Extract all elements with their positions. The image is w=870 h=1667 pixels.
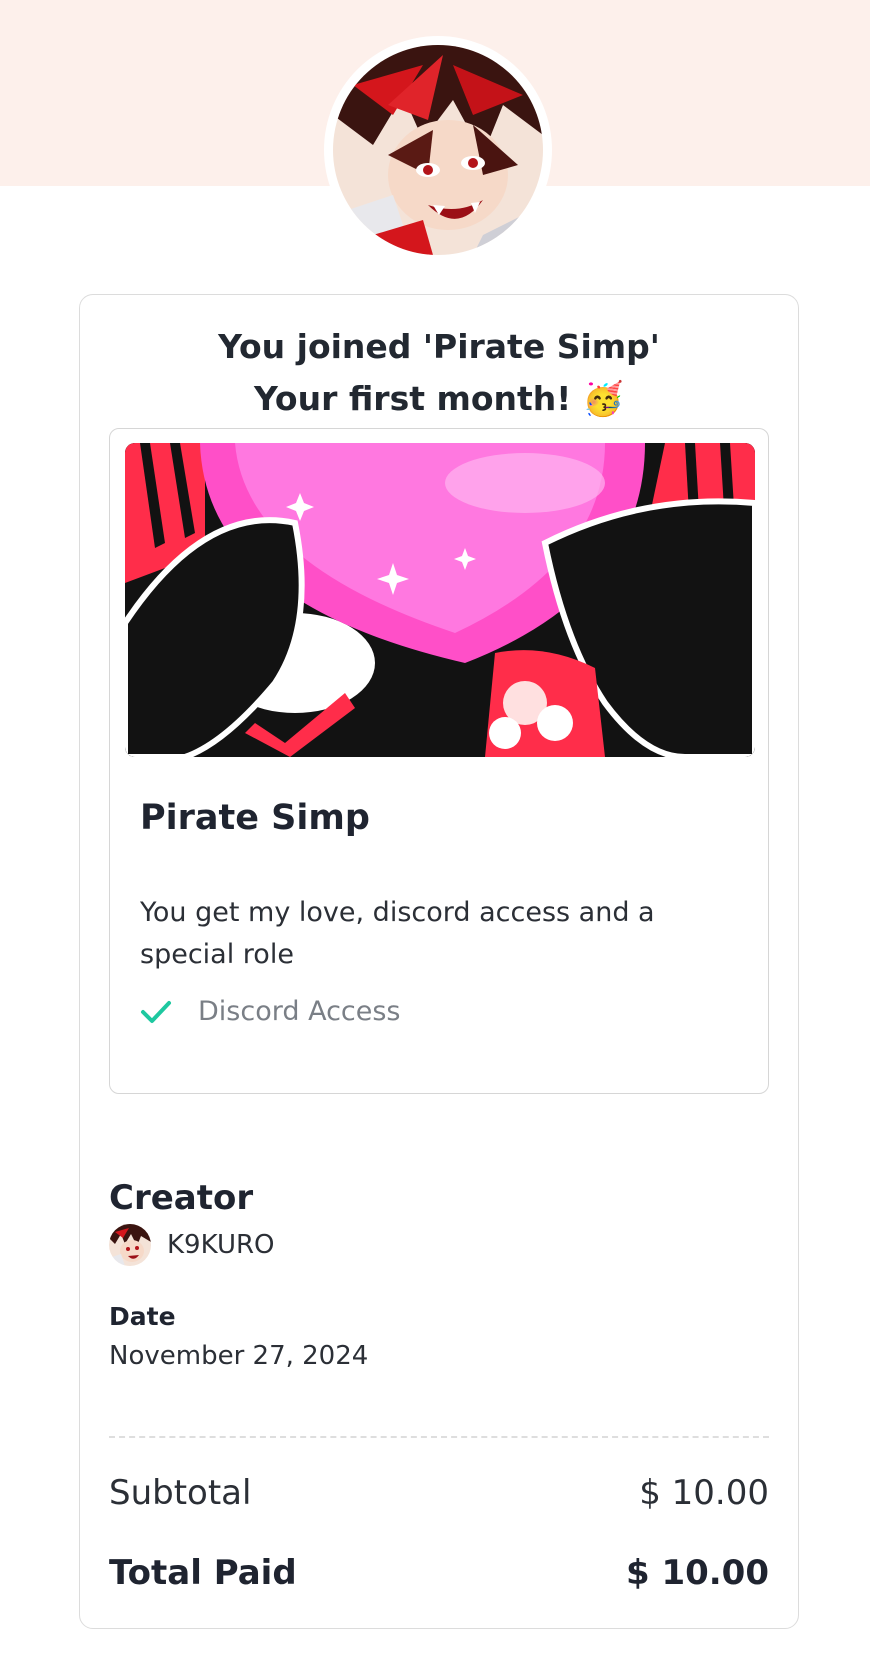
total-row: Total Paid $ 10.00 [109, 1553, 769, 1593]
avatar-image [333, 45, 543, 255]
tier-card: Pirate Simp You get my love, discord acc… [109, 428, 769, 1094]
benefit-item: Discord Access [140, 996, 401, 1027]
headline-line-1: You joined 'Pirate Simp' [218, 327, 660, 366]
total-label: Total Paid [109, 1553, 297, 1593]
receipt-headline: You joined 'Pirate Simp' Your first mont… [80, 321, 798, 425]
checkmark-icon [141, 1000, 171, 1023]
tier-description: You get my love, discord access and a sp… [140, 897, 655, 970]
creator-name[interactable]: K9KURO [167, 1230, 275, 1260]
benefit-label: Discord Access [198, 996, 401, 1027]
subtotal-value: $ 10.00 [639, 1473, 769, 1513]
date-label: Date [109, 1302, 176, 1331]
subtotal-row: Subtotal $ 10.00 [109, 1473, 769, 1513]
headline-line-2-text: Your first month! [254, 379, 572, 418]
party-face-icon: 🥳 [582, 379, 624, 418]
creator-section-title: Creator [109, 1178, 254, 1218]
tier-banner-image [125, 443, 755, 757]
date-value: November 27, 2024 [109, 1341, 369, 1371]
creator-avatar-small [109, 1224, 151, 1266]
subtotal-label: Subtotal [109, 1473, 252, 1513]
receipt-card: You joined 'Pirate Simp' Your first mont… [79, 294, 799, 1629]
total-value: $ 10.00 [625, 1553, 769, 1593]
creator-row[interactable]: K9KURO [109, 1224, 275, 1266]
headline-line-2: Your first month! 🥳 [80, 373, 798, 425]
dashed-divider [109, 1436, 769, 1438]
tier-name: Pirate Simp [140, 798, 370, 838]
creator-profile-avatar [324, 36, 552, 264]
